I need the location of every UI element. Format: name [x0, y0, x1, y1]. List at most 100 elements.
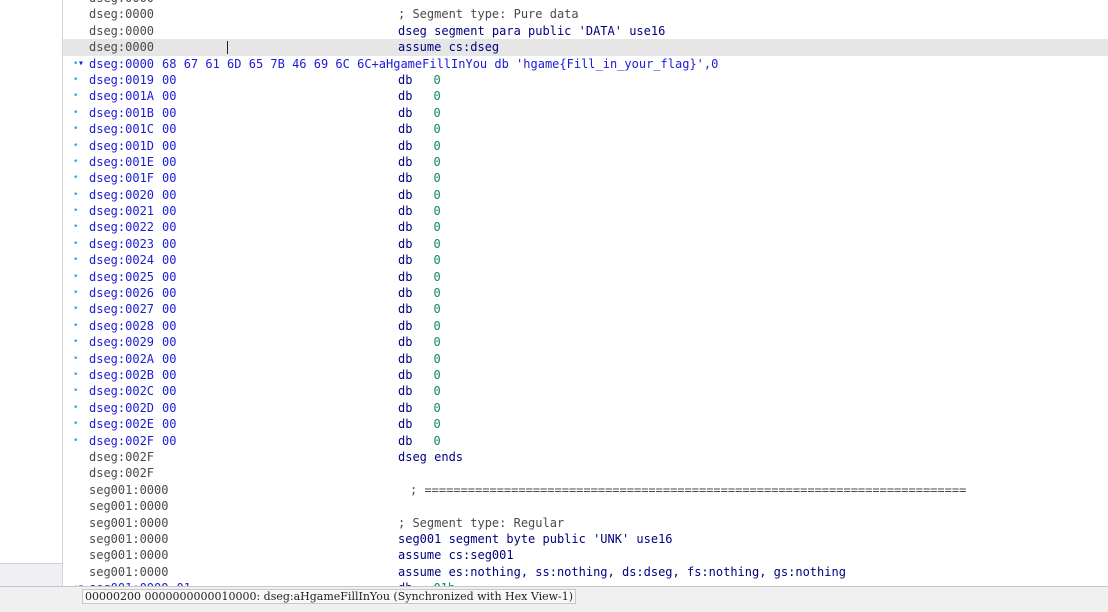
- listing-line[interactable]: • ▾ dseg:0000 68 67 61 6D 65 7B 46 69 6C 6C…: [63, 56, 1108, 72]
- address-text: dseg:002F: [89, 466, 155, 481]
- line-address: dseg:002E 00: [89, 416, 176, 432]
- listing-line[interactable]: seg001:0000 assume cs:seg001: [63, 547, 1108, 563]
- listing-line[interactable]: seg001:0000 ; Segment type: Regular: [63, 515, 1108, 531]
- marker-dot-icon: •: [73, 206, 79, 217]
- line-address: dseg:001B 00: [89, 105, 176, 121]
- listing-line[interactable]: • dseg:002E 00 db 0: [63, 416, 1108, 432]
- address-text: dseg:002F: [89, 433, 155, 448]
- listing-line[interactable]: dseg:0000 dseg segment para public 'DATA'…: [63, 23, 1108, 39]
- byte-values: 00: [162, 335, 177, 350]
- listing-line[interactable]: • dseg:0028 00 db 0: [63, 318, 1108, 334]
- address-text: dseg:0000: [89, 7, 155, 22]
- byte-values: 00: [162, 105, 177, 120]
- mnemonic: db: [398, 236, 413, 251]
- address-text: dseg:0028: [89, 318, 155, 333]
- listing-line[interactable]: • dseg:0020 00 db 0: [63, 187, 1108, 203]
- listing-line[interactable]: dseg:0000 assume cs:dseg: [63, 39, 1108, 56]
- mnemonic: db: [398, 220, 413, 235]
- line-address: dseg:001A 00: [89, 88, 176, 104]
- listing-line[interactable]: dseg:002F: [63, 465, 1108, 481]
- listing-line[interactable]: • dseg:0022 00 db 0: [63, 219, 1108, 235]
- mnemonic: db: [398, 433, 413, 448]
- listing-line[interactable]: • dseg:001B 00 db 0: [63, 105, 1108, 121]
- listing-line[interactable]: • dseg:0019 00 db 0: [63, 72, 1108, 88]
- listing-line[interactable]: • dseg:0021 00 db 0: [63, 203, 1108, 219]
- byte-values: 00: [162, 138, 177, 153]
- listing-line[interactable]: • dseg:001D 00 db 0: [63, 138, 1108, 154]
- marker-dot-icon: •: [73, 173, 79, 184]
- mnemonic: db: [398, 138, 413, 153]
- listing-line[interactable]: • dseg:001C 00 db 0: [63, 121, 1108, 137]
- listing-line[interactable]: • dseg:002C 00 db 0: [63, 383, 1108, 399]
- disassembly-listing[interactable]: dseg:0000dseg:0000 ; Segment type: Pure d…: [63, 0, 1108, 586]
- line-address: dseg:0019 00: [89, 72, 176, 88]
- listing-line[interactable]: • dseg:0026 00 db 0: [63, 285, 1108, 301]
- listing-line[interactable]: • dseg:002D 00 db 0: [63, 400, 1108, 416]
- address-text: dseg:0023: [89, 236, 155, 251]
- comment-text: ; ======================================…: [410, 482, 967, 497]
- operand-value: 0: [433, 220, 441, 235]
- listing-line[interactable]: seg001:0000: [63, 498, 1108, 514]
- byte-values: 00: [162, 236, 177, 251]
- address-text: dseg:0020: [89, 187, 155, 202]
- instruction: db 0: [398, 88, 441, 104]
- byte-values: 00: [162, 433, 177, 448]
- directive-text: assume cs:dseg: [398, 40, 500, 55]
- listing-line[interactable]: • dseg:0027 00 db 0: [63, 301, 1108, 317]
- directive-text: assume es:nothing, ss:nothing, ds:dseg, …: [398, 564, 846, 579]
- address-text: dseg:0019: [89, 72, 155, 87]
- listing-line[interactable]: • dseg:0029 00 db 0: [63, 334, 1108, 350]
- address-text: dseg:001A: [89, 89, 155, 104]
- listing-line[interactable]: • dseg:0025 00 db 0: [63, 269, 1108, 285]
- line-address: seg001:0000: [89, 547, 168, 563]
- line-address: seg001:0000: [89, 482, 168, 498]
- listing-line[interactable]: seg001:0000 ; ===========================…: [63, 482, 1108, 498]
- line-address: dseg:002F 00: [89, 433, 176, 449]
- line-address: dseg:0026 00: [89, 285, 176, 301]
- address-text: dseg:0022: [89, 220, 155, 235]
- listing-line[interactable]: • dseg:002B 00 db 0: [63, 367, 1108, 383]
- operand-value: 0: [433, 384, 441, 399]
- listing-line[interactable]: dseg:0000 ; Segment type: Pure data: [63, 6, 1108, 22]
- operand-value: 0: [433, 105, 441, 120]
- address-text: dseg:002A: [89, 351, 155, 366]
- string-definition[interactable]: aHgameFillInYou db 'hgame{Fill_in_your_f…: [379, 57, 719, 71]
- listing-line[interactable]: • dseg:001A 00 db 0: [63, 88, 1108, 104]
- marker-dot-icon: •: [73, 288, 79, 299]
- listing-line[interactable]: • dseg:002A 00 db 0: [63, 351, 1108, 367]
- line-address: seg001:0000: [89, 531, 168, 547]
- mnemonic: db: [398, 384, 413, 399]
- listing-line[interactable]: • dseg:0024 00 db 0: [63, 252, 1108, 268]
- directive-text: dseg ends: [398, 449, 464, 464]
- address-text: dseg:0027: [89, 302, 155, 317]
- directive-text: dseg segment para public 'DATA' use16: [398, 23, 666, 38]
- line-address: dseg:002F: [89, 449, 154, 465]
- line-address: dseg:0027 00: [89, 301, 176, 317]
- comment-text: ; Segment type: Pure data: [398, 7, 579, 22]
- listing-line[interactable]: seg001:0000 seg001 segment byte public 'U…: [63, 531, 1108, 547]
- operand-value: 0: [433, 269, 441, 284]
- instruction: db 0: [398, 416, 441, 432]
- mnemonic: db: [398, 335, 413, 350]
- collapse-arrow-icon[interactable]: ▾: [78, 56, 84, 72]
- listing-line[interactable]: seg001:0000 assume es:nothing, ss:nothing…: [63, 564, 1108, 580]
- instruction: db 0: [398, 203, 441, 219]
- address-text: dseg:002B: [89, 367, 155, 382]
- listing-line[interactable]: • dseg:001E 00 db 0: [63, 154, 1108, 170]
- mnemonic: db: [398, 253, 413, 268]
- address-text: dseg:0000: [89, 23, 155, 38]
- marker-dot-icon: •: [73, 435, 79, 446]
- listing-lines: dseg:0000dseg:0000 ; Segment type: Pure d…: [63, 0, 1108, 586]
- operand-value: 0: [433, 417, 441, 432]
- listing-line[interactable]: • dseg:002F 00 db 0: [63, 433, 1108, 449]
- mnemonic: db: [398, 72, 413, 87]
- instruction: db 0: [398, 105, 441, 121]
- line-address: dseg:0023 00: [89, 236, 176, 252]
- instruction: db 0: [398, 121, 441, 137]
- byte-values: 00: [162, 154, 177, 169]
- listing-line[interactable]: dseg:002F dseg ends: [63, 449, 1108, 465]
- listing-line[interactable]: • dseg:0023 00 db 0: [63, 236, 1108, 252]
- mnemonic: db: [398, 400, 413, 415]
- listing-line[interactable]: • dseg:001F 00 db 0: [63, 170, 1108, 186]
- status-text: 00000200 0000000000010000: dseg:aHgameFi…: [82, 589, 577, 604]
